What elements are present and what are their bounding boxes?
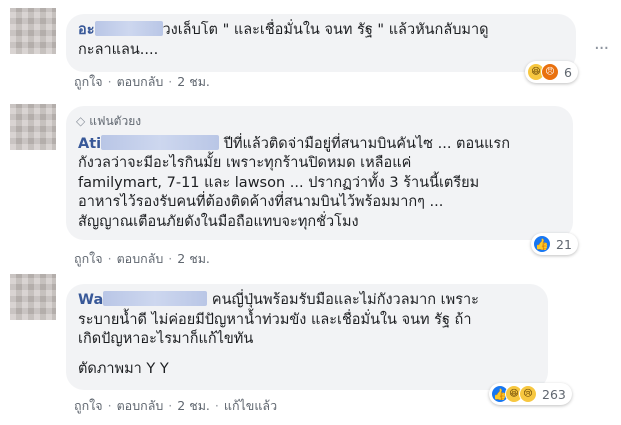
separator: ·: [107, 74, 112, 89]
separator: ·: [107, 251, 112, 266]
comment-text-line: สัญญาณเตือนภัยดังในมือถือแทบจะทุกชั่วโมง: [78, 213, 359, 230]
comment-text-line: อาหารไว้รองรับคนที่ต้องติดค้างที่สนามบิน…: [78, 194, 444, 210]
reaction-summary[interactable]: 😆 😠 6: [525, 61, 578, 83]
commenter-name[interactable]: Wa: [78, 292, 103, 308]
comment-actions: ถูกใจ · ตอบกลับ · 2 ชม.: [74, 72, 210, 92]
reply-link[interactable]: ตอบกลับ: [117, 251, 164, 266]
timestamp[interactable]: 2 ชม.: [177, 398, 210, 413]
blurred-name: [101, 134, 220, 150]
reaction-count: 21: [556, 236, 572, 252]
edited-label[interactable]: แก้ไขแล้ว: [224, 398, 277, 413]
comment-bubble: ◇ แฟนตัวยง Ati ปีที่แล้วติดจ่ามือยู่ที่ส…: [66, 106, 573, 240]
separator: ·: [214, 398, 219, 413]
comment-actions: ถูกใจ · ตอบกลับ · 2 ชม. · แก้ไขแล้ว: [74, 396, 277, 416]
more-options-icon[interactable]: ···: [594, 38, 609, 59]
comment-text-line: ตัดภาพมา Y Y: [78, 360, 169, 377]
comment-text-line: เกิดปัญหาอะไรมาก็แก้ไขทัน: [78, 331, 254, 347]
like-icon: 👍: [533, 235, 551, 253]
comment-text-line: familymart, 7-11 และ lawson ... ปรากฏว่า…: [78, 174, 480, 191]
commenter-name[interactable]: อะ: [78, 22, 95, 38]
reaction-count: 263: [542, 386, 566, 402]
comment-text-line: กะลาแลน....: [78, 41, 159, 58]
like-link[interactable]: ถูกใจ: [74, 74, 103, 89]
comment-text-line: กังวลว่าจะมีอะไรกินมั้ย เพราะทุกร้านปิดห…: [78, 155, 412, 171]
reply-link[interactable]: ตอบกลับ: [117, 398, 164, 413]
diamond-icon: ◇: [76, 114, 86, 128]
comment-text-line: วงเล็บโต " และเชื่อมั่นใน จนท รัฐ " แล้ว…: [162, 22, 489, 38]
angry-icon: 😠: [541, 63, 559, 81]
avatar[interactable]: [10, 8, 56, 54]
reply-link[interactable]: ตอบกลับ: [117, 74, 164, 89]
badge-label: แฟนตัวยง: [89, 114, 142, 128]
reaction-summary[interactable]: 👍 21: [531, 233, 578, 255]
comment-bubble: อะ วงเล็บโต " และเชื่อมั่นใน จนท รัฐ " แล…: [66, 14, 576, 72]
sad-icon: 😢: [519, 385, 537, 403]
blurred-name: [94, 21, 163, 36]
timestamp[interactable]: 2 ชม.: [177, 74, 210, 89]
like-link[interactable]: ถูกใจ: [74, 398, 103, 413]
like-link[interactable]: ถูกใจ: [74, 251, 103, 266]
separator: ·: [168, 74, 173, 89]
reaction-count: 6: [564, 64, 572, 80]
comment-actions: ถูกใจ · ตอบกลับ · 2 ชม.: [74, 249, 210, 269]
separator: ·: [168, 398, 173, 413]
timestamp[interactable]: 2 ชม.: [177, 251, 210, 266]
comment-text-line: ระบายน้ำดี ไม่ค่อยมีปัญหาน้ำท่วมขัง และเ…: [78, 311, 472, 328]
comment-text-line: ปีที่แล้วติดจ่ามือยู่ที่สนามบินคันไซ ...…: [223, 135, 510, 152]
comment-bubble: Wa คนญี่ปุ่นพร้อมรับมือและไม่กังวลมาก เพ…: [66, 284, 548, 390]
commenter-name[interactable]: Ati: [78, 136, 101, 152]
avatar[interactable]: [10, 104, 56, 150]
reaction-summary[interactable]: 👍 😆 😢 263: [489, 383, 572, 405]
separator: ·: [168, 251, 173, 266]
separator: ·: [107, 398, 112, 413]
blurred-name: [103, 291, 208, 306]
top-fan-badge: ◇ แฟนตัวยง: [76, 112, 561, 132]
avatar[interactable]: [10, 274, 56, 320]
comment-text-line: คนญี่ปุ่นพร้อมรับมือและไม่กังวลมาก เพราะ: [211, 292, 479, 308]
